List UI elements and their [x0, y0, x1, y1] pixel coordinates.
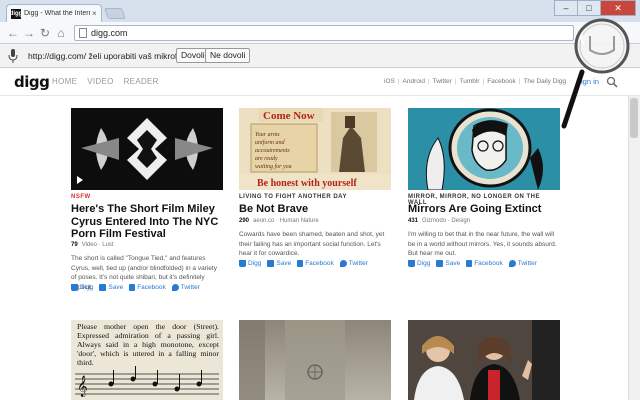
digg-button[interactable]: Digg [239, 260, 261, 267]
save-button[interactable]: Save [99, 284, 123, 291]
story-source: Video · Lust [81, 242, 114, 248]
story-image[interactable] [408, 108, 560, 190]
story-image[interactable]: Come Now Your arms uniform and accoutrem… [239, 108, 391, 190]
link-android[interactable]: Android [403, 78, 425, 85]
facebook-share-button[interactable]: Facebook [129, 284, 166, 291]
sheet-music-text: Please mother open the door (Street). Ex… [77, 322, 219, 367]
nav-reader[interactable]: READER [124, 77, 159, 86]
story-actions: Digg Save Facebook Twitter [71, 284, 200, 291]
film-still-image [71, 108, 223, 190]
new-tab-button[interactable] [103, 8, 127, 19]
address-bar[interactable]: digg.com [74, 25, 574, 41]
poster-tagline: Be honest with yourself [257, 178, 357, 189]
mirror-illustration [408, 108, 560, 190]
story-image[interactable] [239, 320, 391, 400]
permission-infobar: http://digg.com/ želi uporabiti vaš mikr… [0, 44, 640, 68]
facebook-icon [297, 260, 304, 267]
facebook-icon [466, 260, 473, 267]
permission-message: http://digg.com/ želi uporabiti vaš mikr… [28, 51, 190, 61]
twitter-share-button[interactable]: Twitter [171, 284, 200, 291]
sheet-music-staff: 𝄞 [75, 366, 219, 397]
save-button[interactable]: Save [436, 260, 460, 267]
story-actions: Digg Save Facebook Twitter [408, 260, 537, 267]
browser-tab[interactable]: digg Digg - What the Internet... × [6, 4, 102, 22]
digg-count: 431 [408, 218, 419, 224]
thumb-icon [239, 260, 246, 267]
svg-text:uniform and: uniform and [255, 139, 286, 146]
page-scrollbar[interactable] [628, 96, 640, 400]
facebook-icon [129, 284, 136, 291]
url-text: digg.com [91, 28, 128, 38]
story-description: Cowards have been shamed, beaten and sho… [239, 231, 385, 257]
svg-text:accoutrements: accoutrements [255, 148, 290, 154]
story-description: I'm willing to bet that in the near futu… [408, 231, 557, 257]
twitter-icon [171, 284, 179, 291]
forward-arrow-icon[interactable]: → [22, 26, 36, 40]
bookmark-icon [99, 284, 107, 291]
story-card[interactable] [408, 320, 560, 400]
poster-image: Come Now Your arms uniform and accoutrem… [239, 108, 391, 190]
people-photo [408, 320, 560, 400]
foggy-room-image [239, 320, 391, 400]
twitter-share-button[interactable]: Twitter [339, 260, 368, 267]
browser-toolbar: ← → ↻ ⌂ digg.com [0, 22, 640, 44]
nav-home[interactable]: HOME [52, 77, 77, 86]
story-kicker: NSFW [71, 194, 91, 200]
story-image[interactable] [71, 108, 223, 190]
tab-close-icon[interactable]: × [92, 9, 97, 18]
main-nav: HOME VIDEO READER [52, 77, 159, 86]
magnifier-icon [561, 18, 630, 129]
bookmark-icon [436, 260, 444, 267]
story-meta: 79 Video · Lust [71, 242, 114, 248]
tab-title: Digg - What the Internet... [24, 10, 90, 17]
page-icon [79, 28, 87, 38]
story-image[interactable] [408, 320, 560, 400]
back-arrow-icon[interactable]: ← [6, 26, 20, 40]
link-facebook[interactable]: Facebook [487, 78, 516, 85]
thumb-icon [408, 260, 415, 267]
deny-button[interactable]: Ne dovoli [205, 48, 251, 63]
story-card[interactable] [239, 320, 391, 400]
save-button[interactable]: Save [267, 260, 291, 267]
twitter-icon [508, 260, 516, 267]
digg-favicon: digg [9, 8, 23, 19]
poster-headline: Come Now [263, 110, 315, 122]
story-source: Gizmodo · Design [422, 218, 471, 224]
twitter-share-button[interactable]: Twitter [508, 260, 537, 267]
twitter-icon [339, 260, 347, 267]
story-actions: Digg Save Facebook Twitter [239, 260, 368, 267]
link-tumblr[interactable]: Tumblr [460, 78, 480, 85]
digg-button[interactable]: Digg [408, 260, 430, 267]
home-icon[interactable]: ⌂ [54, 26, 68, 40]
microphone-icon [8, 49, 18, 63]
story-title[interactable]: Mirrors Are Going Extinct [408, 203, 560, 216]
digg-button[interactable]: Digg [71, 284, 93, 291]
reload-icon[interactable]: ↻ [38, 26, 52, 40]
story-kicker: LIVING TO FIGHT ANOTHER DAY [239, 194, 347, 200]
svg-text:are ready: are ready [255, 156, 278, 162]
bookmark-icon [267, 260, 275, 267]
story-meta: 290 aeon.co · Human Nature [239, 218, 319, 224]
svg-text:Your arms: Your arms [255, 132, 280, 138]
facebook-share-button[interactable]: Facebook [297, 260, 334, 267]
thumb-icon [71, 284, 78, 291]
digg-count: 79 [71, 242, 78, 248]
external-links: iOS | Android | Twitter | Tumblr | Facebook |… [384, 78, 567, 85]
svg-text:𝄞: 𝄞 [77, 376, 88, 397]
story-title[interactable]: Be Not Brave [239, 203, 391, 216]
facebook-share-button[interactable]: Facebook [466, 260, 503, 267]
digg-logo[interactable]: digg [14, 73, 50, 91]
site-header: digg HOME VIDEO READER iOS | Android | Twi… [0, 68, 640, 96]
digg-count: 290 [239, 218, 250, 224]
svg-text:waiting for you: waiting for you [255, 163, 292, 170]
story-title[interactable]: Here's The Short Film Miley Cyrus Entere… [71, 203, 223, 241]
story-meta: 431 Gizmodo · Design [408, 218, 470, 224]
story-source: aeon.co · Human Nature [253, 218, 319, 224]
link-ios[interactable]: iOS [384, 78, 395, 85]
link-twitter[interactable]: Twitter [433, 78, 452, 85]
browser-titlebar: digg Digg - What the Internet... × – □ ✕ [0, 0, 640, 22]
story-card[interactable]: Please mother open the door (Street). Ex… [71, 320, 223, 400]
nav-video[interactable]: VIDEO [87, 77, 113, 86]
story-image[interactable]: Please mother open the door (Street). Ex… [71, 320, 223, 400]
